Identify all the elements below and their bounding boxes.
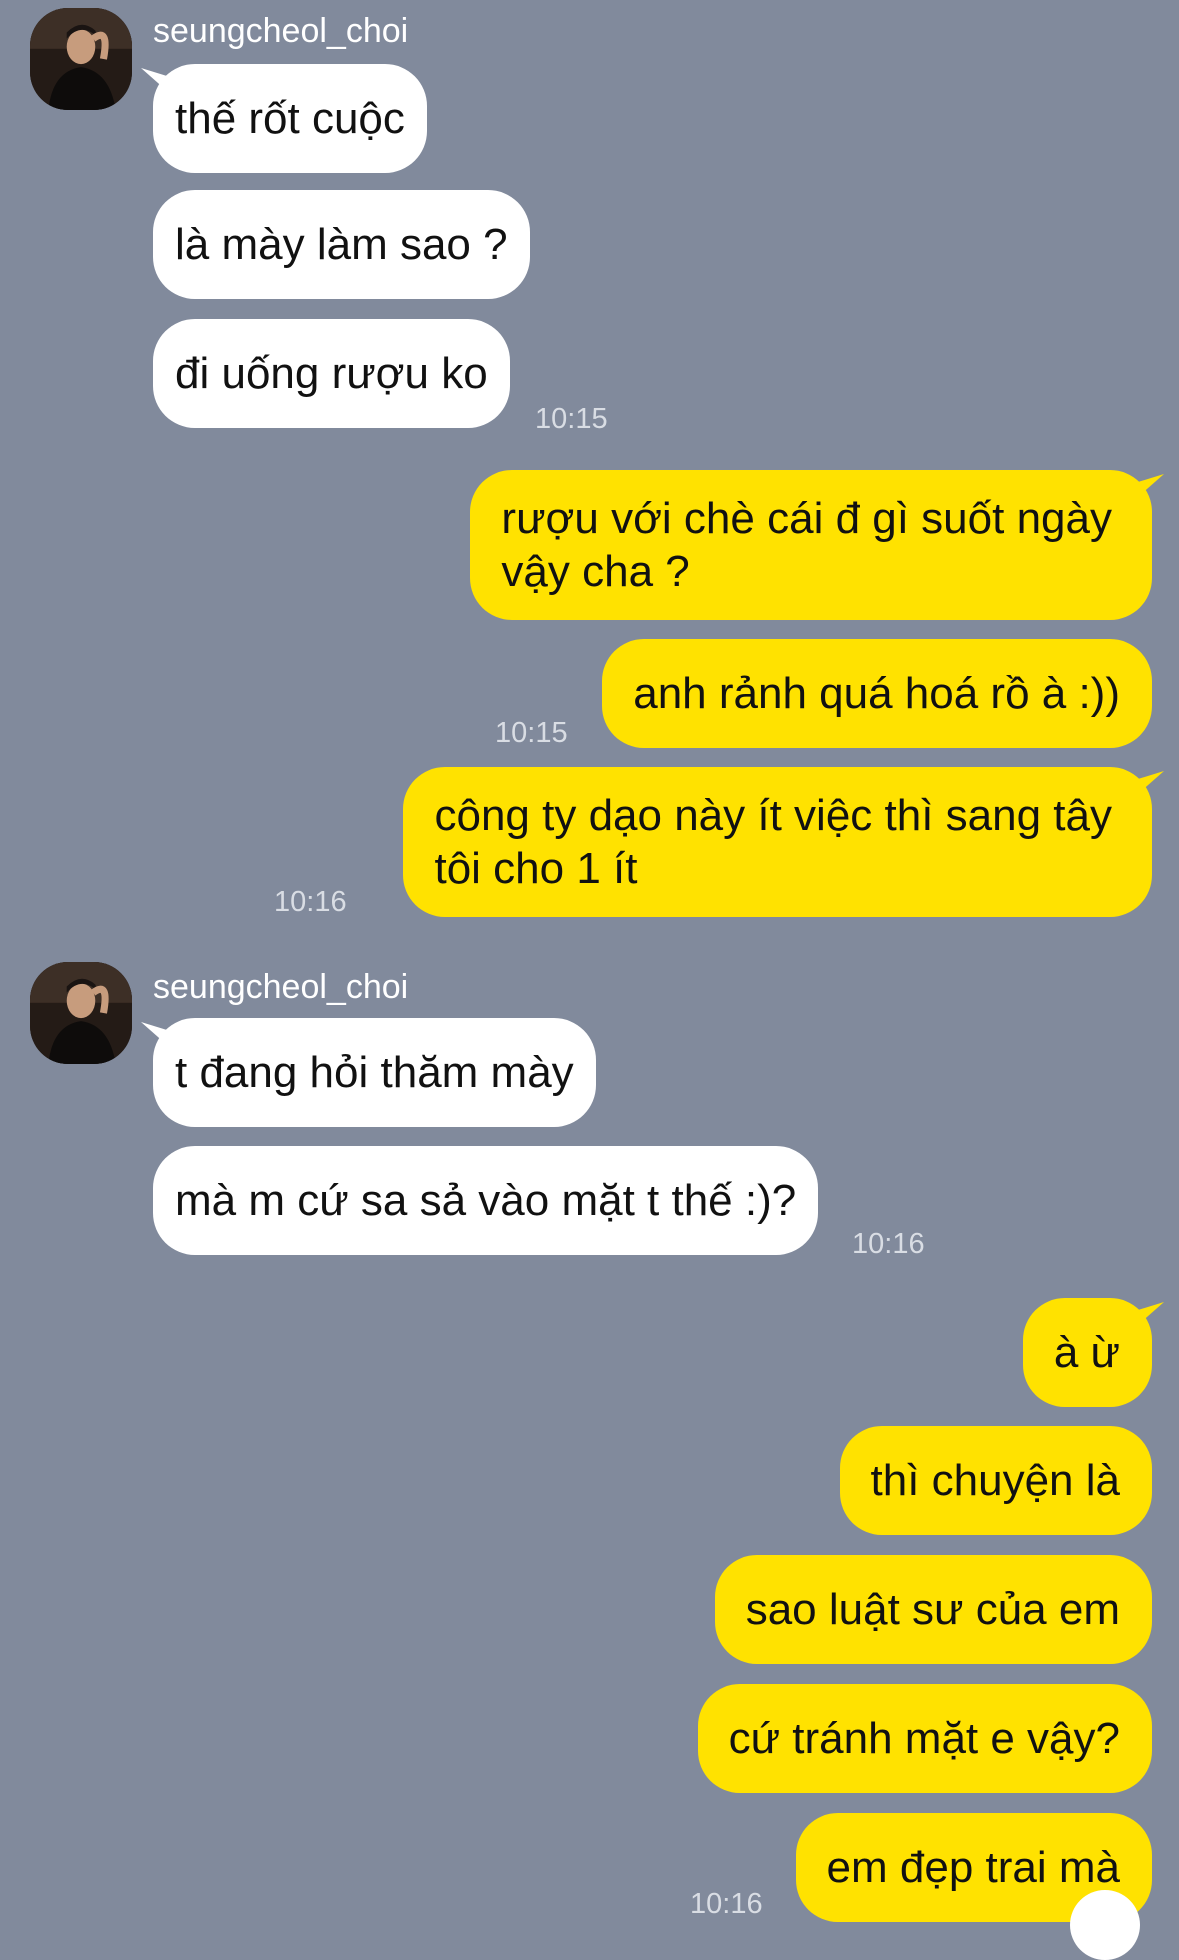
message-text: đi uống rượu ko (175, 349, 488, 398)
message-text: thì chuyện là (870, 1456, 1121, 1505)
avatar-photo-icon (30, 962, 132, 1064)
outgoing-message-bubble[interactable]: rượu với chè cái đ gì suốt ngày vậy cha … (470, 470, 1152, 620)
avatar[interactable] (30, 962, 132, 1064)
incoming-message-bubble[interactable]: là mày làm sao ? (153, 190, 530, 299)
outgoing-message-bubble[interactable]: thì chuyện là (839, 1426, 1152, 1535)
sender-name: seungcheol_choi (153, 12, 409, 50)
avatar-photo-icon (30, 8, 132, 110)
message-text-line: vậy cha ? (501, 547, 690, 596)
message-text-line: công ty dạo này ít việc thì sang tây (434, 791, 1112, 840)
incoming-message-bubble[interactable]: mà m cứ sa sả vào mặt t thế :)? (153, 1146, 819, 1255)
message-timestamp: 10:16 (852, 1228, 925, 1260)
message-text: mà m cứ sa sả vào mặt t thế :)? (175, 1176, 797, 1225)
avatar[interactable] (30, 8, 132, 110)
message-text: à ừ (1053, 1328, 1120, 1377)
message-timestamp: 10:16 (274, 886, 347, 918)
message-text-line: rượu với chè cái đ gì suốt ngày (501, 494, 1112, 543)
outgoing-message-bubble[interactable]: công ty dạo này ít việc thì sang tây tôi… (403, 767, 1152, 917)
scroll-to-bottom-button[interactable] (1070, 1890, 1140, 1960)
message-timestamp: 10:15 (535, 403, 608, 435)
sender-name: seungcheol_choi (153, 968, 409, 1006)
outgoing-message-bubble[interactable]: à ừ (1022, 1298, 1152, 1407)
message-text: anh rảnh quá hoá rồ à :)) (633, 669, 1120, 718)
message-text: sao luật sư của em (745, 1585, 1120, 1634)
outgoing-message-bubble[interactable]: sao luật sư của em (714, 1555, 1152, 1664)
message-text: là mày làm sao ? (175, 220, 508, 269)
incoming-message-bubble[interactable]: đi uống rượu ko (153, 319, 510, 428)
outgoing-message-bubble[interactable]: cứ tránh mặt e vậy? (697, 1684, 1152, 1793)
message-text: thế rốt cuộc (175, 94, 405, 143)
message-timestamp: 10:15 (495, 717, 568, 749)
incoming-message-bubble[interactable]: t đang hỏi thăm mày (153, 1018, 596, 1127)
message-timestamp: 10:16 (690, 1888, 763, 1920)
message-text-line: tôi cho 1 ít (434, 844, 638, 893)
message-text: em đẹp trai mà (826, 1843, 1120, 1892)
incoming-message-bubble[interactable]: thế rốt cuộc (153, 64, 427, 173)
message-text: t đang hỏi thăm mày (175, 1048, 574, 1097)
outgoing-message-bubble[interactable]: anh rảnh quá hoá rồ à :)) (602, 639, 1152, 748)
message-text: cứ tránh mặt e vậy? (728, 1714, 1120, 1763)
